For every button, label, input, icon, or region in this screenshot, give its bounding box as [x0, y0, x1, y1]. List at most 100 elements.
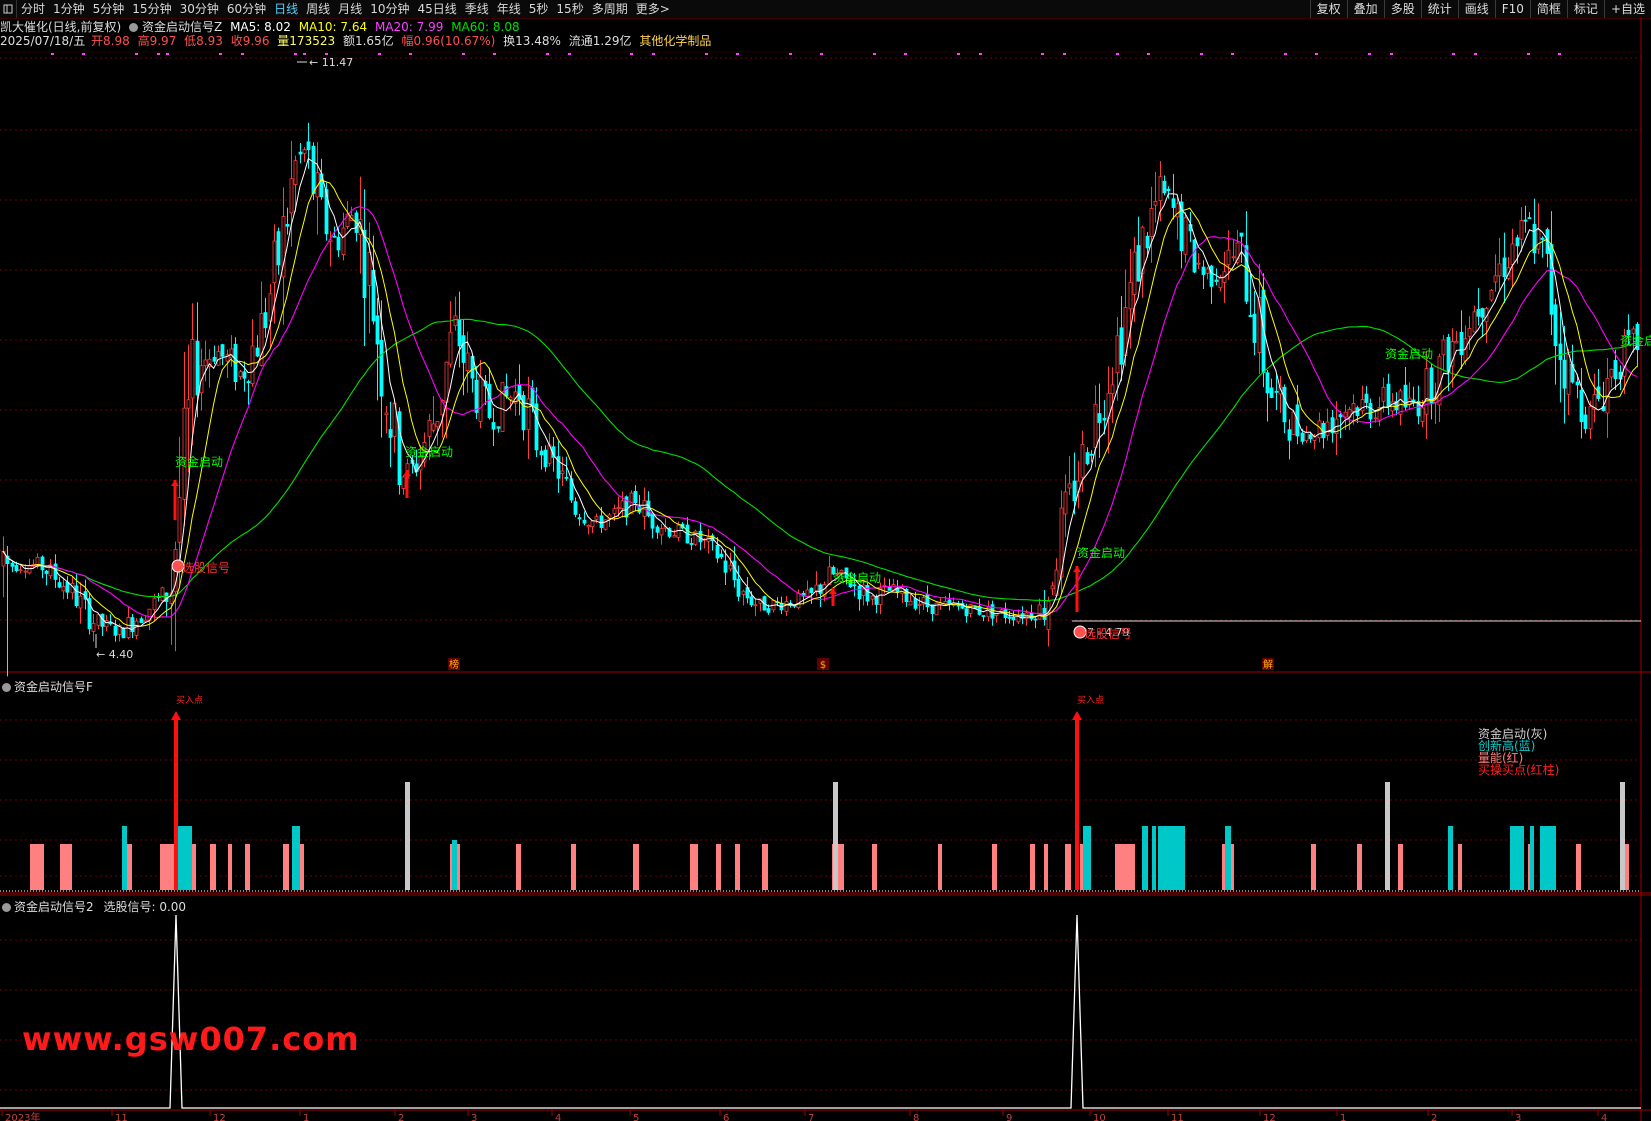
candle-body: [18, 569, 23, 572]
candle-body: [1480, 308, 1485, 318]
volume-bar: [992, 844, 997, 890]
candle-body: [1282, 386, 1287, 423]
new-high-bar: [1530, 826, 1534, 890]
candle-body: [255, 347, 260, 357]
candle-body: [496, 426, 501, 429]
candle-body: [878, 587, 883, 606]
new-high-bar: [1172, 826, 1185, 890]
candle-body: [362, 229, 367, 298]
event-dot: [1527, 53, 1530, 55]
candle-body: [1558, 343, 1563, 361]
candle-body: [242, 371, 247, 379]
event-dot: [1284, 53, 1287, 55]
candle-body: [448, 331, 453, 365]
candle-body: [474, 379, 479, 413]
candle-body: [870, 595, 875, 600]
event-dot: [820, 53, 823, 55]
event-mark-label: 榜: [449, 658, 459, 671]
panel2-title: 资金启动信号F: [2, 678, 93, 695]
panel2-toggle-icon[interactable]: [2, 683, 11, 692]
candle-body: [741, 590, 746, 595]
candle-body: [341, 227, 346, 256]
panel2-title-text: 资金启动信号F: [14, 680, 93, 694]
capital-start-bar: [405, 782, 410, 890]
date-tick-label: 1: [1340, 1113, 1346, 1121]
candle-body: [964, 608, 969, 617]
candle-body: [1149, 208, 1154, 237]
site-watermark: www.gsw007.com: [22, 1020, 360, 1058]
candle-body: [336, 236, 341, 251]
candle-body: [478, 376, 483, 422]
candle-body: [1330, 417, 1335, 434]
candle-body: [1196, 262, 1201, 265]
event-dot: [241, 53, 244, 55]
candle-body: [289, 178, 294, 214]
date-tick-label: 12: [1263, 1113, 1276, 1121]
volume-bar: [1044, 844, 1048, 890]
candle-body: [220, 344, 225, 357]
candle-body: [139, 618, 144, 624]
date-tick-label: 4: [1601, 1113, 1607, 1121]
candle-body: [1562, 359, 1567, 389]
candle-body: [444, 361, 449, 403]
candle-body: [457, 319, 462, 347]
event-dot: [1315, 53, 1318, 55]
candle-body: [1489, 289, 1494, 301]
candle-body: [805, 589, 810, 597]
candle-body: [500, 382, 505, 432]
panel3-toggle-icon[interactable]: [2, 903, 11, 912]
candle-body: [1420, 407, 1425, 422]
candle-body: [1274, 390, 1279, 393]
candle-body: [1325, 421, 1330, 436]
date-tick-label: 5: [633, 1113, 639, 1121]
buy-point-label: 买入点: [176, 695, 203, 706]
candle-body: [1110, 384, 1115, 395]
volume-bar: [872, 844, 877, 890]
buy-point-label: 买入点: [1077, 695, 1104, 706]
candle-body: [1214, 279, 1219, 282]
candle-body: [61, 585, 66, 592]
candle-body: [616, 507, 621, 509]
candle-body: [723, 560, 728, 573]
candle-body: [659, 528, 664, 536]
candle-body: [1613, 360, 1618, 379]
date-tick-label: 6: [723, 1113, 729, 1121]
volume-bar: [716, 844, 721, 890]
candle-body: [736, 578, 741, 597]
new-high-bar: [1540, 826, 1556, 890]
kline-chart-canvas[interactable]: ← 11.47← 4.4077 - 4.79资金启动资金启动资金启动资金启动资金…: [0, 0, 1651, 1121]
candle-body: [1183, 217, 1188, 255]
candle-body: [784, 601, 789, 612]
candle-body: [1136, 245, 1141, 282]
candle-body: [1192, 239, 1197, 273]
event-dot: [303, 53, 306, 55]
new-high-bar: [1152, 826, 1156, 890]
candle-body: [388, 429, 393, 438]
event-mark-label: $: [820, 660, 826, 671]
candle-body: [57, 582, 62, 588]
candle-body: [809, 587, 814, 593]
candle-body: [698, 530, 703, 543]
date-tick-label: 9: [1006, 1113, 1012, 1121]
event-dot: [1558, 53, 1561, 55]
event-dot: [1368, 53, 1371, 55]
candle-body: [1523, 219, 1528, 222]
candle-body: [1441, 339, 1446, 356]
volume-bar: [1458, 844, 1462, 890]
candle-body: [917, 603, 922, 606]
candle-body: [1536, 229, 1541, 250]
candle-body: [311, 145, 316, 194]
capital-start-bar: [1385, 782, 1390, 890]
event-dot: [789, 53, 792, 55]
candle-body: [285, 223, 290, 227]
event-dot: [1231, 53, 1234, 55]
date-tick-label: 8: [913, 1113, 919, 1121]
candle-body: [1248, 315, 1253, 318]
panel3-title-text: 资金启动信号2: [14, 900, 94, 914]
candle-body: [1287, 429, 1292, 441]
candle-body: [1403, 384, 1408, 408]
candle-body: [1386, 383, 1391, 407]
candle-body: [1519, 220, 1524, 240]
volume-bar: [938, 844, 942, 890]
event-dot: [462, 53, 465, 55]
